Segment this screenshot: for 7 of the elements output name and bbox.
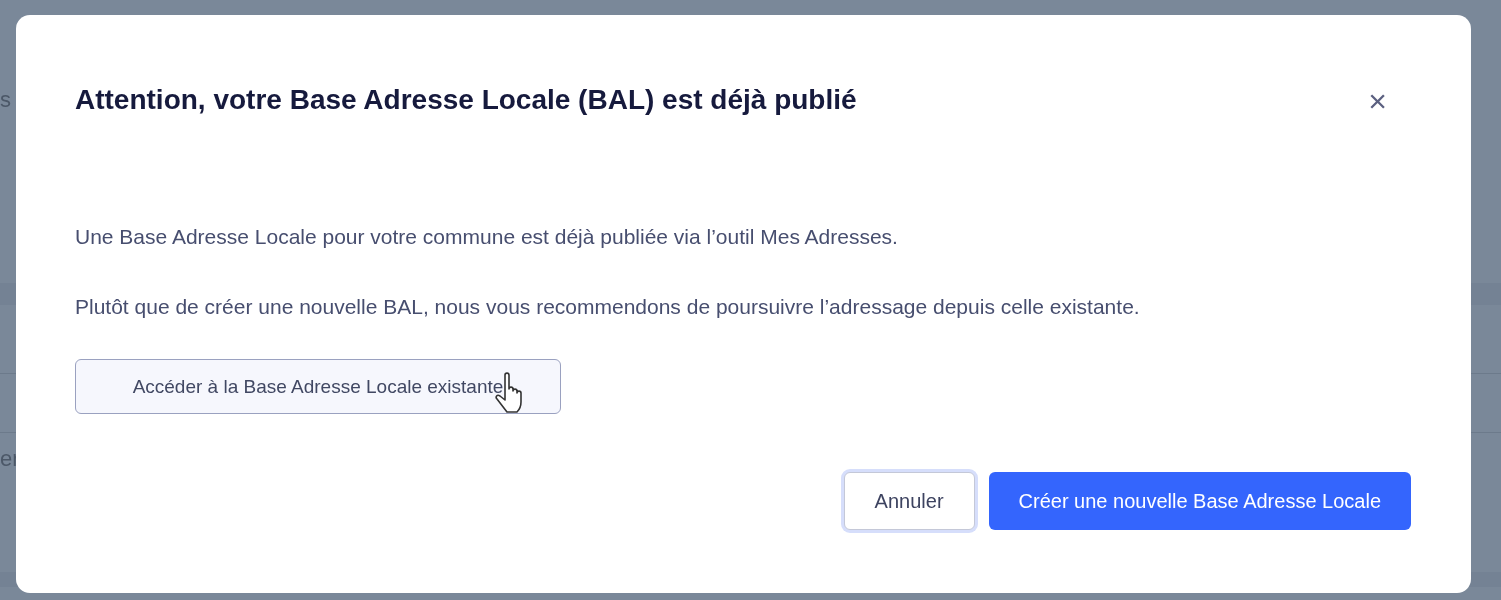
cancel-button[interactable]: Annuler xyxy=(843,472,975,530)
dialog-title: Attention, votre Base Adresse Locale (BAL) est déjà publié xyxy=(75,83,857,117)
close-button[interactable]: × xyxy=(1362,85,1393,117)
dialog-text: Plutôt que de créer une nouvelle BAL, nous vous recommendons de poursuivre l’adressage depuis celle existante. xyxy=(75,294,1141,320)
dialog-text: Une Base Adresse Locale pour votre commune est déjà publiée via l’outil Mes Adresses. xyxy=(75,224,899,250)
create-button[interactable]: Créer une nouvelle Base Adresse Locale xyxy=(988,472,1411,530)
open-existing-button[interactable]: Accéder à la Base Adresse Locale existante xyxy=(75,359,561,414)
